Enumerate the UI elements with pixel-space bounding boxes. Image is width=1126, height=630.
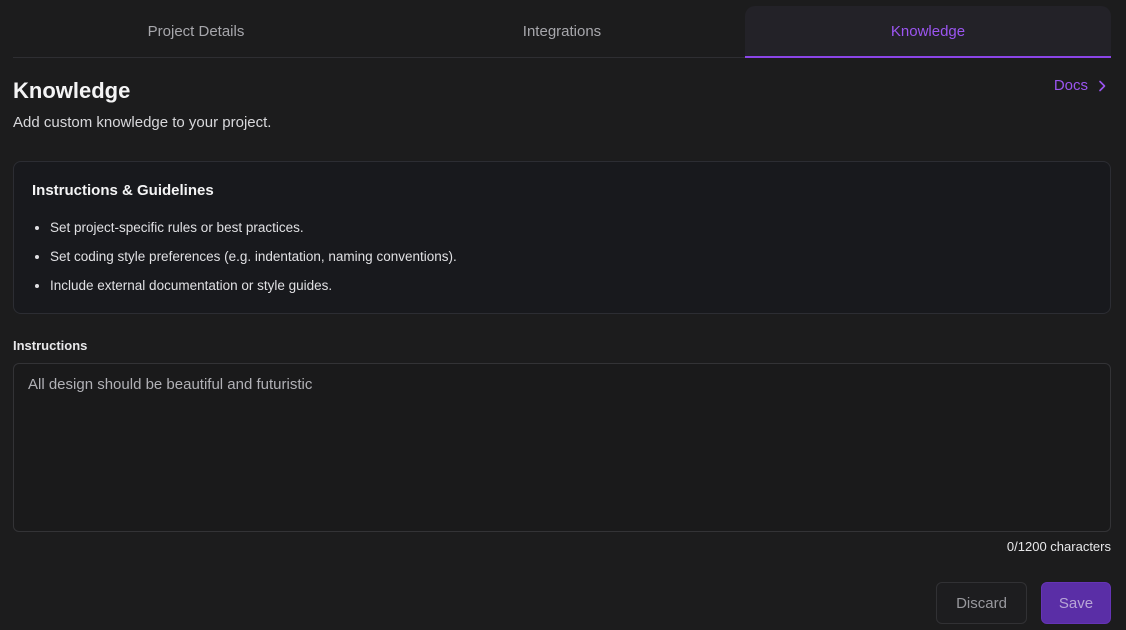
guidelines-title: Instructions & Guidelines — [32, 182, 214, 199]
list-item: Include external documentation or style … — [32, 271, 1092, 300]
chevron-right-icon — [1099, 80, 1106, 91]
page-subtitle: Add custom knowledge to your project. — [13, 114, 272, 131]
docs-link[interactable]: Docs — [1054, 77, 1108, 94]
list-item: Set coding style preferences (e.g. inden… — [32, 242, 1092, 271]
tab-bar: Project Details Integrations Knowledge — [13, 6, 1111, 58]
list-item: Set project-specific rules or best pract… — [32, 213, 1092, 242]
tab-project-details[interactable]: Project Details — [13, 6, 379, 57]
discard-button[interactable]: Discard — [936, 582, 1027, 624]
instructions-label: Instructions — [13, 338, 88, 353]
guidelines-card: Instructions & Guidelines Set project-sp… — [13, 161, 1111, 314]
docs-link-label: Docs — [1053, 77, 1088, 94]
tab-integrations[interactable]: Integrations — [379, 6, 745, 57]
save-button[interactable]: Save — [1041, 582, 1111, 624]
guidelines-list: Set project-specific rules or best pract… — [32, 213, 1092, 300]
instructions-textarea[interactable]: All design should be beautiful and futur… — [13, 363, 1111, 532]
page-title: Knowledge — [13, 78, 131, 103]
character-count: 0/1200 characters — [1006, 539, 1111, 554]
tab-knowledge[interactable]: Knowledge — [745, 6, 1111, 58]
